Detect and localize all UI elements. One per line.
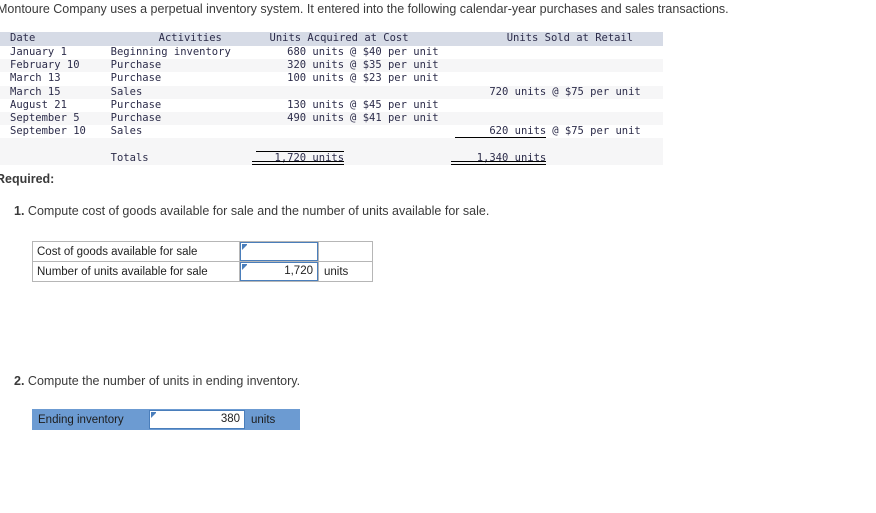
table-row: February 10 Purchase 320 units @ $35 per… (0, 59, 663, 73)
cell-sold-price: @ $75 per unit (546, 125, 663, 139)
spacer-cell (344, 138, 451, 152)
totals-label: Totals (110, 151, 252, 165)
cell-activity: Purchase (110, 98, 252, 113)
cell-sold-units (450, 112, 547, 126)
cell-sold-price (546, 59, 663, 73)
unit-label-cost-of-goods-available (318, 241, 373, 262)
column-header-date: Date (0, 32, 111, 46)
spacer-cell (546, 151, 663, 165)
cell-acq-units: 320 units (251, 59, 345, 73)
cell-acq-units: 680 units (251, 46, 345, 60)
cell-sold-price: @ $75 per unit (546, 85, 663, 99)
cell-sold-units (450, 98, 547, 113)
cell-acq-units: 490 units (251, 112, 345, 126)
row-label-cost-of-goods-available: Cost of goods available for sale (32, 241, 240, 262)
cell-acq-price: @ $35 per unit (344, 59, 451, 73)
question-2: 2. Compute the number of units in ending… (14, 374, 300, 388)
table-row: Cost of goods available for sale (32, 241, 373, 262)
table-row: March 13 Purchase 100 units @ $23 per un… (0, 72, 663, 86)
totals-row: Totals 1,720 units 1,340 units (0, 151, 663, 166)
table-row: Number of units available for sale 1,720… (32, 261, 373, 282)
transactions-table-body: January 1 Beginning inventory 680 units … (0, 46, 663, 166)
cell-acq-price: @ $41 per unit (344, 112, 451, 126)
table-row: Ending inventory 380 units (32, 409, 300, 430)
cell-acq-price (344, 125, 451, 139)
cell-acq-price (344, 85, 451, 99)
cell-sold-units (450, 59, 547, 73)
cell-acq-price: @ $45 per unit (344, 98, 451, 113)
table-row: January 1 Beginning inventory 680 units … (0, 46, 663, 60)
answer-table-2: Ending inventory 380 units (32, 409, 300, 430)
answer-table-1: Cost of goods available for sale Number … (32, 241, 373, 282)
cell-sold-units: 620 units (450, 125, 547, 139)
spacer-cell (546, 138, 663, 152)
cell-activity: Sales (110, 125, 252, 139)
question-1: 1. Compute cost of goods available for s… (14, 204, 489, 218)
input-cell-number-of-units-available[interactable]: 1,720 (239, 261, 319, 282)
cell-acq-units (251, 85, 345, 99)
intro-text: Montoure Company uses a perpetual invent… (0, 2, 729, 16)
totals-spacer-row (0, 138, 663, 152)
number-of-units-available-input[interactable]: 1,720 (240, 262, 318, 281)
table-row: September 10 Sales 620 units @ $75 per u… (0, 125, 663, 139)
cell-sold-units: 720 units (450, 85, 547, 99)
input-cell-ending-inventory[interactable]: 380 (148, 409, 246, 430)
question-1-text: Compute cost of goods available for sale… (27, 204, 490, 218)
cell-sold-price (546, 98, 663, 113)
unit-label-ending-inventory: units (245, 409, 300, 430)
cell-acq-price: @ $23 per unit (344, 72, 451, 86)
table-row: August 21 Purchase 130 units @ $45 per u… (0, 98, 663, 113)
cell-date: September 5 (0, 112, 111, 126)
column-header-units-sold: Units Sold at Retail (450, 32, 663, 46)
cell-sold-price (546, 72, 663, 86)
cell-date: September 10 (0, 125, 111, 139)
row-label-ending-inventory: Ending inventory (32, 409, 149, 430)
spacer-cell (450, 138, 547, 152)
cell-activity: Purchase (110, 72, 252, 86)
cell-acq-units: 130 units (251, 98, 345, 113)
spacer-cell (0, 138, 111, 152)
cell-activity: Purchase (110, 112, 252, 126)
spacer-cell (110, 138, 252, 152)
cell-date: August 21 (0, 98, 111, 113)
acquired-total-rule (251, 138, 345, 152)
transactions-table-head: Date Activities Units Acquired at Cost U… (0, 32, 663, 46)
cell-sold-units (450, 72, 547, 86)
cell-activity: Purchase (110, 59, 252, 73)
totals-sold: 1,340 units (450, 151, 547, 166)
transactions-table-wrapper: Date Activities Units Acquired at Cost U… (0, 32, 663, 166)
cell-acq-units: 100 units (251, 72, 345, 86)
table-row: September 5 Purchase 490 units @ $41 per… (0, 112, 663, 126)
cell-sold-units (450, 46, 547, 60)
column-header-activities: Activities (110, 32, 252, 46)
cell-acq-units (251, 125, 345, 139)
spacer-cell (0, 151, 111, 165)
cell-date: March 13 (0, 72, 111, 86)
transactions-table: Date Activities Units Acquired at Cost U… (0, 32, 663, 166)
cell-date: January 1 (0, 46, 111, 60)
required-heading: Required: (0, 172, 55, 186)
ending-inventory-input[interactable]: 380 (149, 410, 245, 429)
question-2-text: Compute the number of units in ending in… (27, 374, 301, 388)
cell-acq-price: @ $40 per unit (344, 46, 451, 60)
input-cell-cost-of-goods-available[interactable] (239, 241, 319, 262)
cell-date: February 10 (0, 59, 111, 73)
question-1-number: 1. (14, 204, 25, 218)
spacer-cell (344, 151, 451, 165)
cell-activity: Sales (110, 85, 252, 99)
cell-date: March 15 (0, 85, 111, 99)
row-label-number-of-units-available: Number of units available for sale (32, 261, 240, 282)
transactions-header-row: Date Activities Units Acquired at Cost U… (0, 32, 663, 46)
cost-of-goods-available-input[interactable] (240, 242, 318, 261)
unit-label-number-of-units-available: units (318, 261, 373, 282)
table-row: March 15 Sales 720 units @ $75 per unit (0, 85, 663, 99)
totals-acquired: 1,720 units (251, 151, 345, 166)
cell-sold-price (546, 112, 663, 126)
question-2-number: 2. (14, 374, 25, 388)
cell-activity: Beginning inventory (110, 46, 252, 60)
cell-sold-price (546, 46, 663, 60)
column-header-units-acquired: Units Acquired at Cost (251, 32, 451, 46)
